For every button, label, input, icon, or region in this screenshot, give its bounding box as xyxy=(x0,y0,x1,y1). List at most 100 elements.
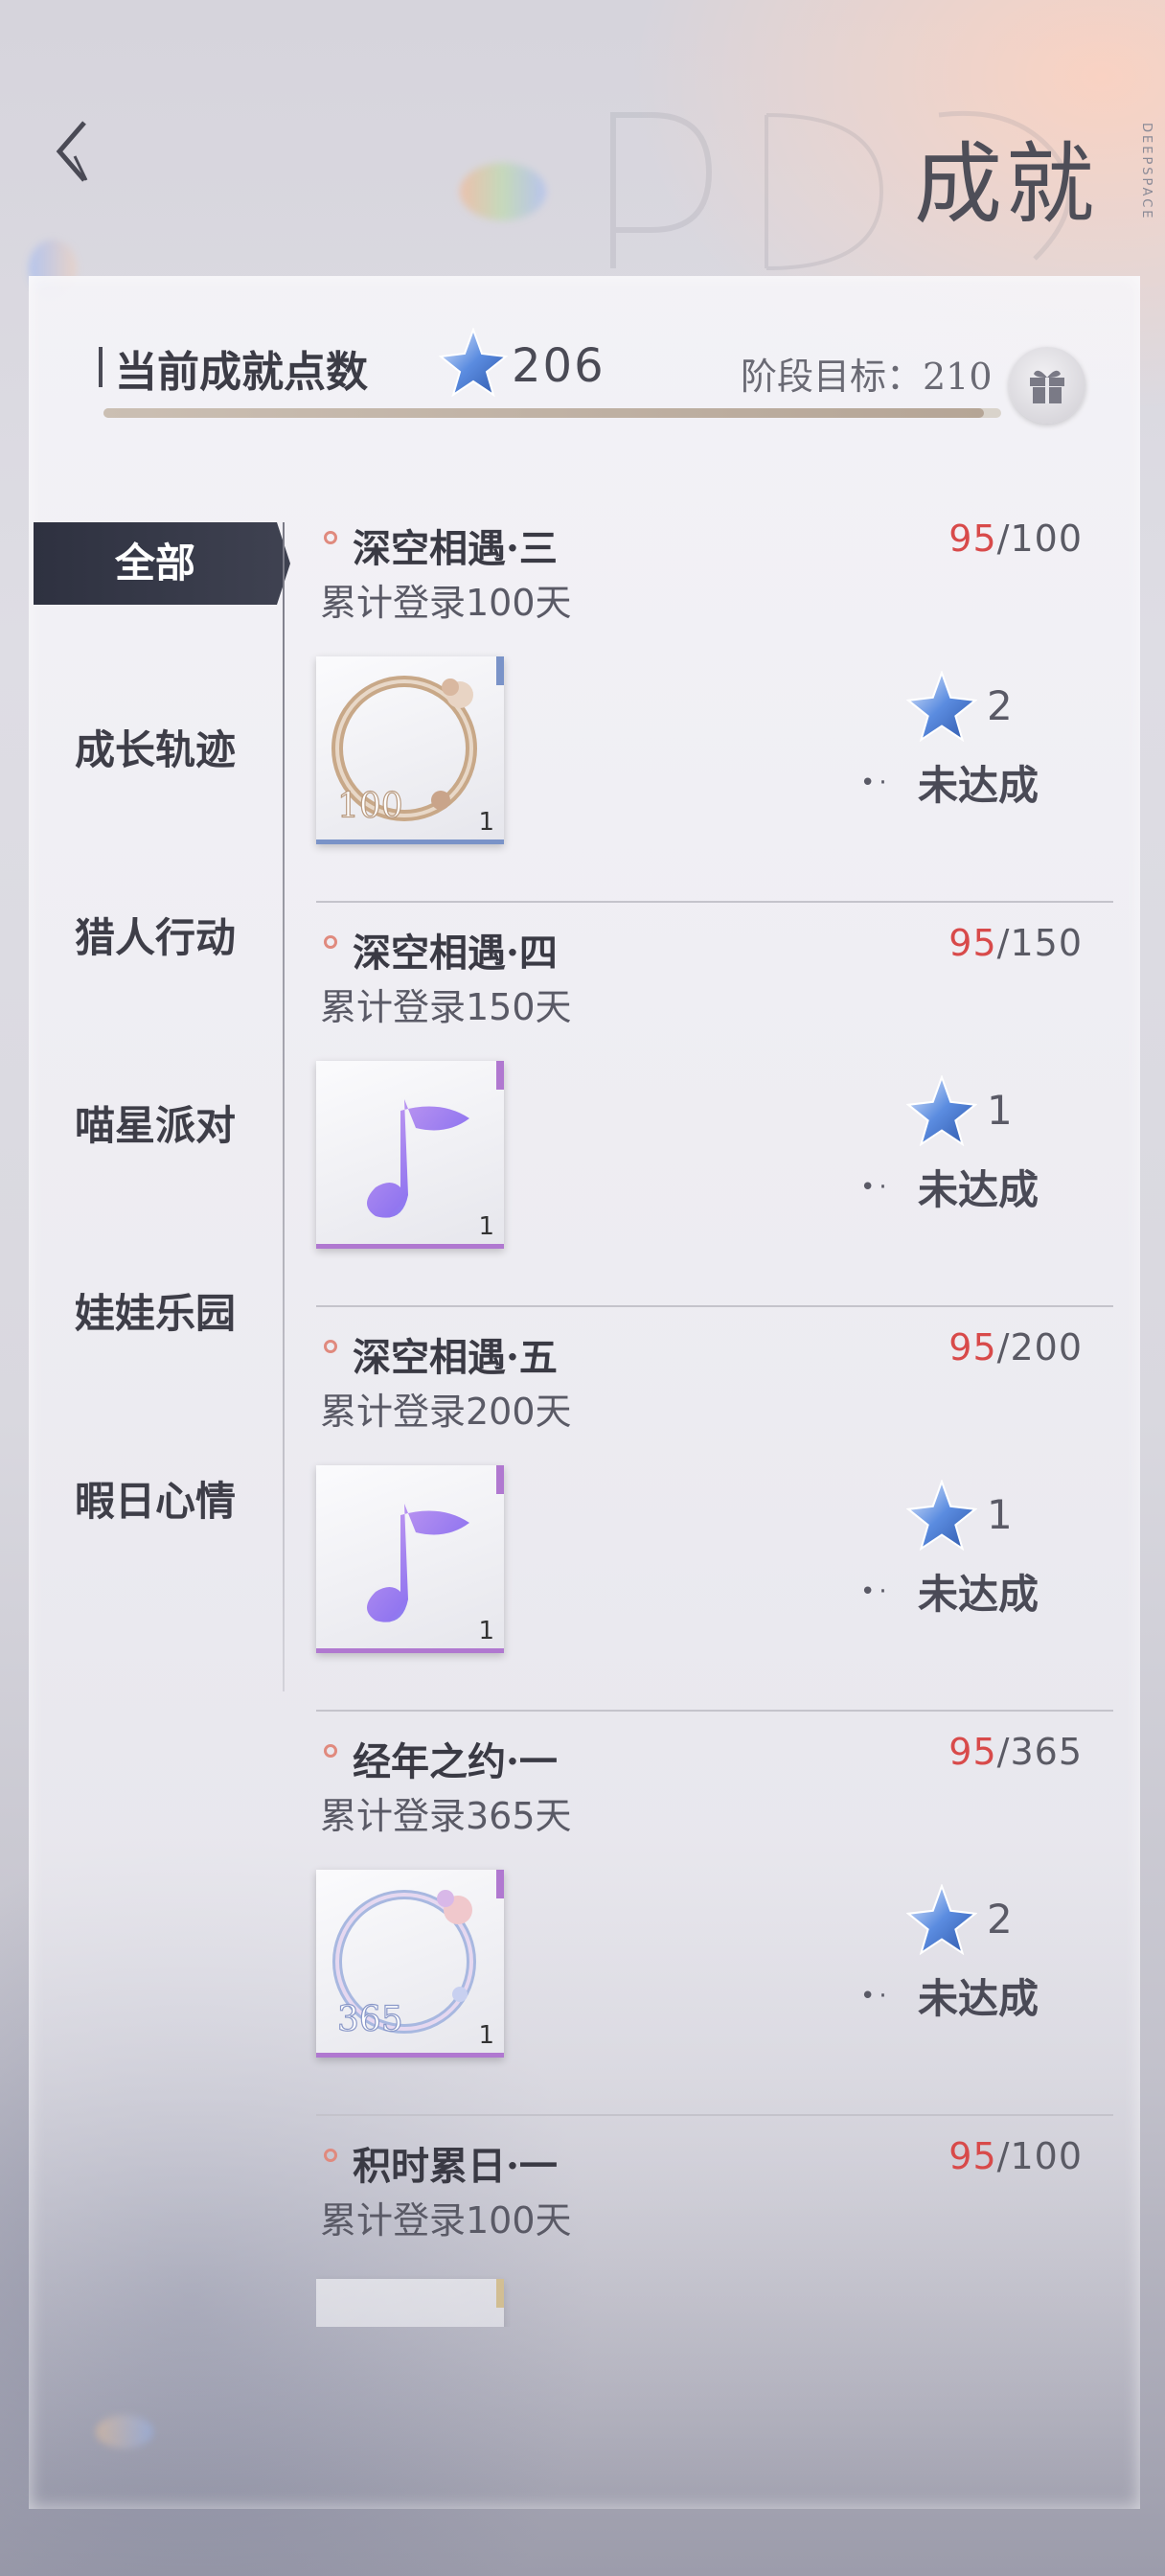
achievement-description: 累计登录200天 xyxy=(320,1391,572,1433)
reward-rarity-tag xyxy=(496,656,504,685)
reward-rarity-strip xyxy=(316,840,504,844)
reward-rarity-strip xyxy=(316,2053,504,2058)
music-note-icon xyxy=(367,1099,469,1218)
points-progress-fill xyxy=(103,408,985,418)
stage-reward-button[interactable] xyxy=(1009,347,1085,424)
achievement-star-icon xyxy=(906,1075,977,1146)
reward-quantity: 1 xyxy=(478,1212,494,1241)
sidebar-divider xyxy=(283,522,285,1691)
stage-target-label: 阶段目标：210 xyxy=(741,356,993,398)
bullet-dot-icon xyxy=(324,531,337,544)
tab-doll-park[interactable]: 娃娃乐园 xyxy=(34,1273,277,1355)
bullet-dot-icon xyxy=(324,935,337,949)
achievement-star-icon xyxy=(906,671,977,742)
reward-item[interactable]: 1 xyxy=(316,1061,504,1249)
reward-points: 2 xyxy=(987,1896,1013,1943)
reward-points: 2 xyxy=(987,682,1013,729)
reward-item[interactable]: 365 1 xyxy=(316,1870,504,2058)
progress-current: 95 xyxy=(948,1326,997,1368)
reward-rarity-tag xyxy=(496,1465,504,1494)
reward-rarity-tag xyxy=(496,1061,504,1090)
achievement-status: 未达成 xyxy=(918,1571,1039,1618)
progress-total: /100 xyxy=(996,2135,1083,2177)
reward-rarity-tag xyxy=(496,2279,504,2308)
status-dots-icon: •· xyxy=(860,1982,891,2011)
tab-leisure-mood[interactable]: 暇日心情 xyxy=(34,1460,277,1543)
tab-all[interactable]: 全部 xyxy=(34,522,290,605)
points-label: 当前成就点数 xyxy=(115,348,368,397)
tab-cat-party[interactable]: 喵星派对 xyxy=(34,1085,277,1167)
achievement-description: 累计登录100天 xyxy=(320,2199,572,2242)
reward-item[interactable]: 100 1 xyxy=(316,656,504,844)
achievement-title: 积时累日·一 xyxy=(353,2144,558,2189)
achievement-status: 未达成 xyxy=(918,1975,1039,2022)
achievement-progress: 95/100 xyxy=(948,518,1083,560)
achievement-progress: 95/100 xyxy=(948,2135,1083,2177)
bullet-dot-icon xyxy=(324,2149,337,2162)
achievement-progress: 95/365 xyxy=(948,1731,1083,1773)
reward-item[interactable]: 1 xyxy=(316,1465,504,1653)
avatar-frame-365-icon: 365 xyxy=(332,1890,476,2040)
achievement-star-icon xyxy=(906,1884,977,1955)
reward-frame-number: 365 xyxy=(337,2000,403,2039)
points-accent-bar xyxy=(99,347,103,387)
gift-icon xyxy=(1030,370,1064,403)
achievement-status: 未达成 xyxy=(918,1166,1039,1213)
progress-total: /200 xyxy=(996,1326,1083,1368)
achievement-card: 深空相遇·四 95/150 累计登录150天 1 1 •· 未达成 xyxy=(316,922,1113,1324)
points-value: 206 xyxy=(512,339,605,393)
reward-rarity-strip xyxy=(316,1244,504,1249)
light-flare-decoration xyxy=(460,163,546,220)
achievement-title: 深空相遇·四 xyxy=(353,931,558,976)
status-dots-icon: •· xyxy=(860,1577,891,1606)
reward-points: 1 xyxy=(987,1491,1013,1538)
reward-quantity: 1 xyxy=(478,1617,494,1645)
reward-quantity: 1 xyxy=(478,808,494,837)
achievement-description: 累计登录365天 xyxy=(320,1795,572,1837)
progress-total: /365 xyxy=(996,1731,1083,1773)
card-divider xyxy=(316,1305,1113,1307)
achievement-description: 累计登录150天 xyxy=(320,986,572,1028)
brand-vertical-text: DEEPSPACE xyxy=(1139,123,1154,221)
achievement-title: 经年之约·一 xyxy=(353,1739,558,1784)
reward-quantity: 1 xyxy=(478,2021,494,2050)
progress-current: 95 xyxy=(948,2135,997,2177)
reward-rarity-tag xyxy=(496,1870,504,1898)
progress-current: 95 xyxy=(948,518,997,560)
progress-total: /150 xyxy=(996,922,1083,964)
achievement-card: 经年之约·一 95/365 累计登录365天 365 1 2 •· 未达成 xyxy=(316,1731,1113,2133)
points-progress-track xyxy=(103,408,1001,418)
chevron-left-icon xyxy=(56,121,88,182)
achievement-card: 深空相遇·五 95/200 累计登录200天 1 1 •· 未达成 xyxy=(316,1326,1113,1729)
card-divider xyxy=(316,1710,1113,1712)
achievement-description: 累计登录100天 xyxy=(320,582,572,624)
reward-rarity-strip xyxy=(316,1648,504,1653)
status-dots-icon: •· xyxy=(860,1173,891,1202)
achievement-star-icon xyxy=(439,328,508,397)
card-divider xyxy=(316,901,1113,903)
progress-total: /100 xyxy=(996,518,1083,560)
bullet-dot-icon xyxy=(324,1340,337,1353)
page-title: 成就 xyxy=(913,133,1098,236)
bullet-dot-icon xyxy=(324,1744,337,1758)
music-note-icon xyxy=(367,1504,469,1622)
tab-growth[interactable]: 成长轨迹 xyxy=(34,709,277,792)
avatar-frame-100-icon: 100 xyxy=(331,676,477,827)
achievement-title: 深空相遇·五 xyxy=(353,1335,558,1380)
achievement-progress: 95/200 xyxy=(948,1326,1083,1368)
achievement-status: 未达成 xyxy=(918,762,1039,809)
progress-current: 95 xyxy=(948,922,997,964)
progress-current: 95 xyxy=(948,1731,997,1773)
back-button[interactable] xyxy=(46,113,103,190)
achievement-star-icon xyxy=(906,1480,977,1551)
status-dots-icon: •· xyxy=(860,769,891,797)
achievement-title: 深空相遇·三 xyxy=(353,526,558,571)
achievement-card: 深空相遇·三 95/100 累计登录100天 100 1 2 •· 未达成 xyxy=(316,518,1113,920)
tab-hunter-action[interactable]: 猎人行动 xyxy=(34,897,277,979)
reward-frame-number: 100 xyxy=(337,787,403,826)
card-divider xyxy=(316,2114,1113,2116)
achievement-progress: 95/150 xyxy=(948,922,1083,964)
achievement-card: 积时累日·一 95/100 累计登录100天 xyxy=(316,2135,1113,2327)
reward-item[interactable] xyxy=(316,2279,504,2327)
reward-points: 1 xyxy=(987,1087,1013,1134)
